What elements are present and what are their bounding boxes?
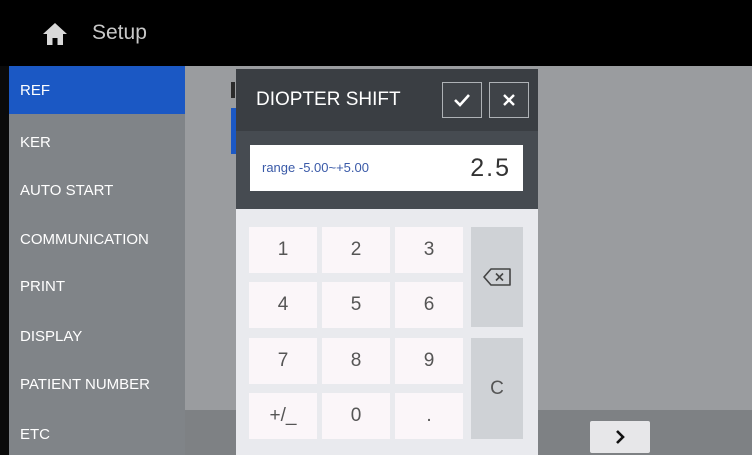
diopter-value-field[interactable]: range -5.00~+5.00 2.5	[250, 145, 523, 191]
backspace-button[interactable]	[471, 227, 523, 327]
key-2[interactable]: 2	[322, 227, 390, 273]
sidebar-item-ker[interactable]: KER	[9, 118, 185, 166]
check-icon	[454, 94, 470, 107]
dialog-header: DIOPTER SHIFT	[236, 69, 538, 131]
close-icon	[503, 94, 515, 106]
page-title: Setup	[92, 21, 147, 44]
key-6[interactable]: 6	[395, 282, 463, 328]
sidebar-item-etc[interactable]: ETC	[9, 410, 185, 455]
sidebar-item-auto-start[interactable]: AUTO START	[9, 166, 185, 214]
key-8[interactable]: 8	[322, 338, 390, 384]
dialog-title: DIOPTER SHIFT	[256, 89, 401, 110]
input-area: range -5.00~+5.00 2.5	[236, 131, 538, 209]
key-1[interactable]: 1	[249, 227, 317, 273]
key-3[interactable]: 3	[395, 227, 463, 273]
key-5[interactable]: 5	[322, 282, 390, 328]
diopter-shift-dialog: DIOPTER SHIFT range -5.00~+5.00 2.5 1 2 …	[236, 69, 538, 455]
sidebar: REF KER AUTO START COMMUNICATION PRINT D…	[9, 66, 185, 455]
sidebar-item-print[interactable]: PRINT	[9, 262, 185, 310]
sidebar-item-patient-number[interactable]: PATIENT NUMBER	[9, 360, 185, 408]
range-hint: range -5.00~+5.00	[262, 160, 369, 175]
key-9[interactable]: 9	[395, 338, 463, 384]
current-value: 2.5	[470, 154, 511, 182]
top-bar: Setup	[0, 0, 752, 66]
close-button[interactable]	[489, 82, 529, 118]
backspace-icon	[483, 268, 511, 286]
key-plus-minus[interactable]: +/_	[249, 393, 317, 439]
sidebar-item-display[interactable]: DISPLAY	[9, 312, 185, 360]
sidebar-item-ref[interactable]: REF	[9, 66, 185, 114]
chevron-right-icon	[616, 430, 625, 444]
key-4[interactable]: 4	[249, 282, 317, 328]
key-decimal[interactable]: .	[395, 393, 463, 439]
settings-label-fragment	[231, 82, 235, 98]
key-7[interactable]: 7	[249, 338, 317, 384]
sidebar-item-communication[interactable]: COMMUNICATION	[9, 215, 185, 263]
confirm-button[interactable]	[442, 82, 482, 118]
home-icon[interactable]	[42, 22, 68, 46]
clear-button[interactable]: C	[471, 338, 523, 439]
key-0[interactable]: 0	[322, 393, 390, 439]
next-page-button[interactable]	[590, 421, 650, 453]
